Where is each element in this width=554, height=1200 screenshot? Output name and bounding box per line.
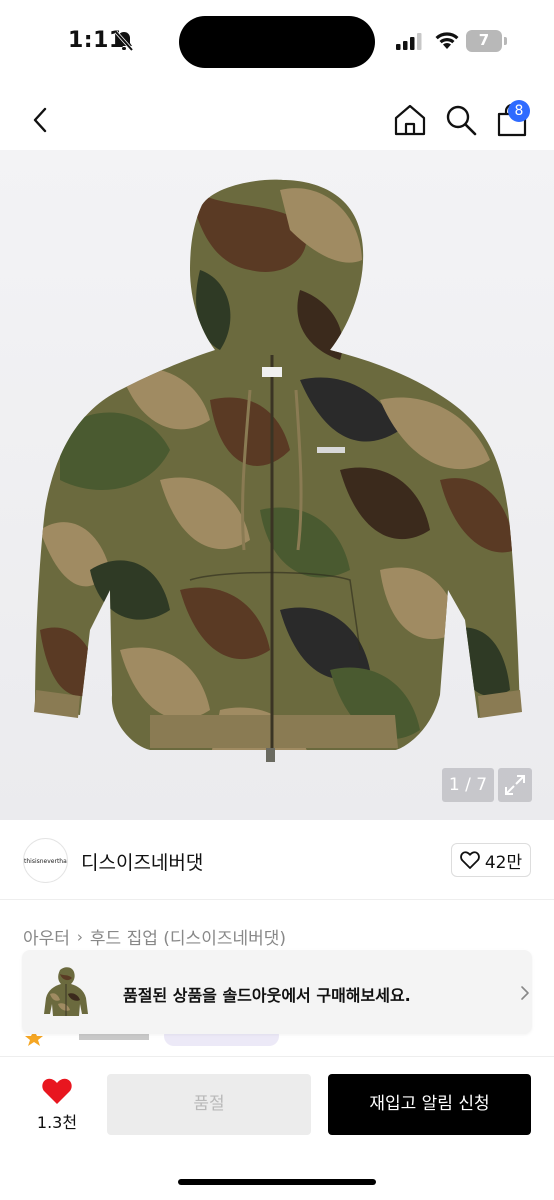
brand-like-count: 42만 (484, 852, 523, 873)
chevron-right-icon (521, 986, 529, 1000)
expand-image-button[interactable] (498, 768, 532, 802)
home-icon (394, 104, 426, 136)
home-indicator (178, 1179, 376, 1185)
cart-count-badge: 8 (508, 100, 530, 122)
wishlist-button[interactable]: 1.3천 (30, 1075, 84, 1135)
search-button[interactable] (443, 102, 479, 138)
brand-row: thisisneverthat 디스이즈네버댓 42만 (0, 836, 554, 886)
breadcrumb: 아우터 › 후드 집업 (디스이즈네버댓) (23, 924, 286, 950)
soldout-button: 품절 (107, 1074, 311, 1135)
product-thumbnail (38, 964, 94, 1020)
search-icon (446, 105, 477, 136)
brand-name[interactable]: 디스이즈네버댓 (81, 848, 203, 875)
wifi-icon (435, 32, 459, 49)
status-bar: 1:11 7 (0, 0, 554, 84)
breadcrumb-separator-icon: › (76, 927, 83, 946)
heart-filled-icon (42, 1078, 72, 1104)
soldout-promo-banner[interactable]: 품절된 상품을 솔드아웃에서 구매해보세요. (22, 950, 532, 1034)
image-page-indicator: 1 / 7 (442, 768, 494, 802)
expand-icon (505, 775, 525, 795)
battery-level: 7 (478, 31, 490, 49)
brand-logo[interactable]: thisisneverthat (23, 838, 68, 883)
product-image[interactable] (0, 150, 554, 820)
home-button[interactable] (392, 102, 428, 138)
dynamic-island (179, 16, 375, 68)
chevron-left-icon (33, 107, 47, 133)
cellular-signal-icon (396, 33, 422, 50)
wishlist-count: 1.3천 (36, 1113, 78, 1132)
soldout-banner-text: 품절된 상품을 솔드아웃에서 구매해보세요. (123, 986, 411, 1005)
top-navigation (0, 92, 554, 150)
bell-slash-icon (114, 30, 134, 52)
section-divider (0, 899, 554, 900)
battery-indicator: 7 (466, 30, 508, 52)
breadcrumb-item-hood-zipup[interactable]: 후드 집업 (디스이즈네버댓) (90, 924, 286, 949)
brand-like-button[interactable]: 42만 (451, 843, 531, 877)
restock-alert-button[interactable]: 재입고 알림 신청 (328, 1074, 531, 1135)
breadcrumb-item-outer[interactable]: 아우터 (23, 924, 70, 949)
back-button[interactable] (22, 102, 58, 138)
camo-hoodie-image (34, 179, 522, 762)
heart-outline-icon (459, 851, 480, 869)
